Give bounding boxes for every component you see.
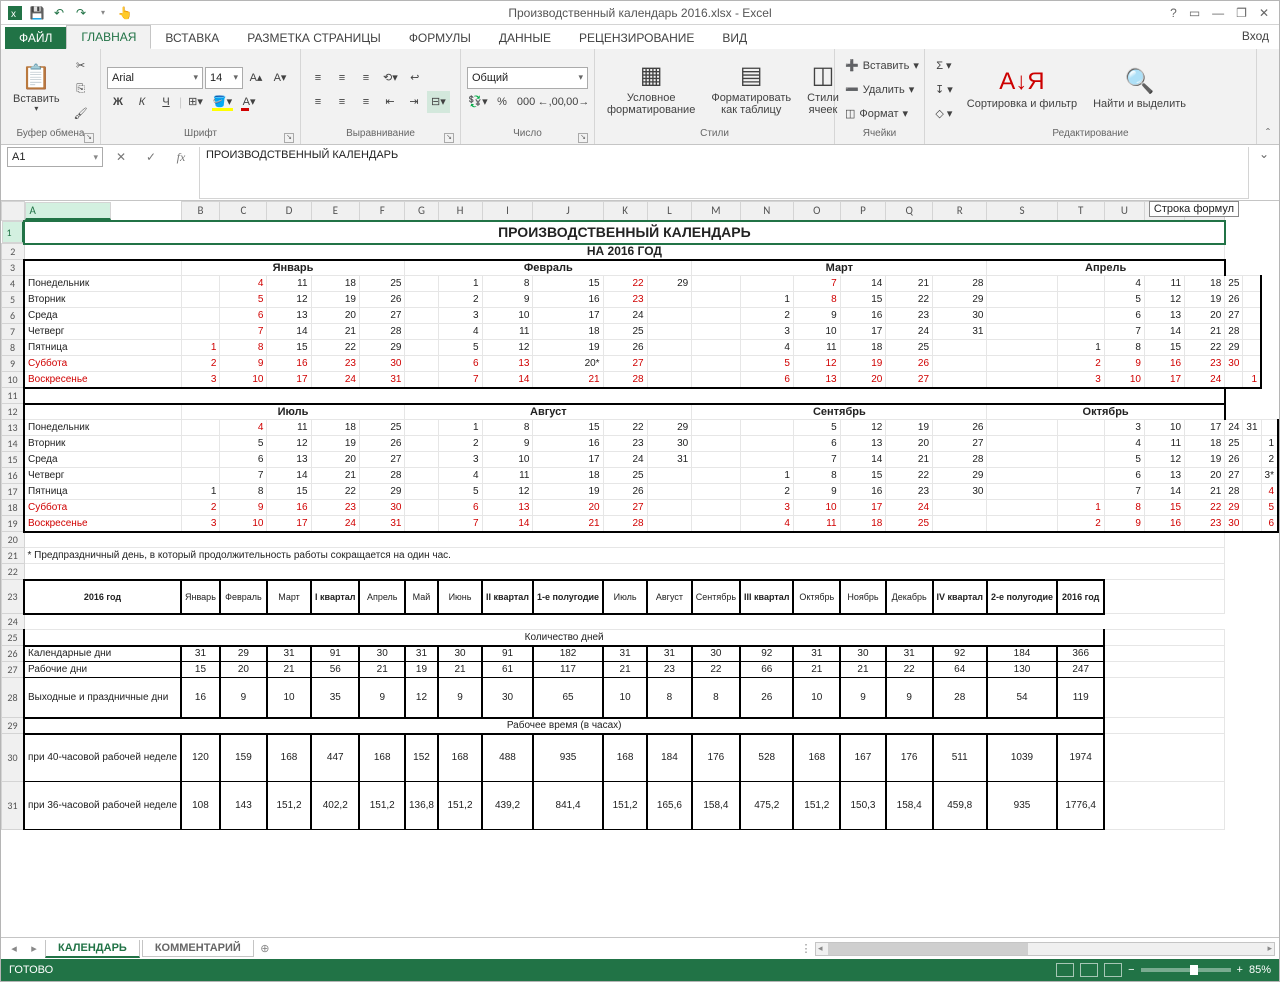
font-name-select[interactable]: Arial▾	[107, 67, 203, 89]
increase-indent-button[interactable]: ⇥	[403, 91, 425, 113]
zoom-out-icon[interactable]: −	[1128, 964, 1134, 976]
tab-home[interactable]: ГЛАВНАЯ	[66, 25, 151, 49]
italic-button[interactable]: К	[131, 91, 153, 113]
sheet-tab-calendar[interactable]: КАЛЕНДАРЬ	[45, 940, 140, 958]
sheet-tab-comment[interactable]: КОММЕНТАРИЙ	[142, 940, 254, 957]
fill-button[interactable]: ↧ ▾	[931, 79, 957, 101]
insert-function-icon[interactable]: fx	[169, 147, 193, 167]
comma-button[interactable]: 000	[515, 91, 537, 113]
align-middle-button[interactable]: ≡	[331, 67, 353, 89]
align-bottom-button[interactable]: ≡	[355, 67, 377, 89]
align-center-button[interactable]: ≡	[331, 91, 353, 113]
paste-icon: 📋	[21, 65, 51, 91]
underline-button[interactable]: Ч	[155, 91, 177, 113]
align-top-button[interactable]: ≡	[307, 67, 329, 89]
horizontal-scrollbar[interactable]: ◂▸	[815, 942, 1275, 956]
formula-bar[interactable]: ПРОИЗВОДСТВЕННЫЙ КАЛЕНДАРЬ	[199, 147, 1249, 199]
orientation-button[interactable]: ⟲▾	[379, 67, 402, 89]
formula-bar-tooltip: Строка формул	[1149, 201, 1239, 217]
name-box[interactable]: A1▾	[7, 147, 103, 167]
tab-scroll-right-icon[interactable]: ▸	[25, 942, 43, 955]
tab-insert[interactable]: ВСТАВКА	[151, 27, 233, 49]
tab-split-icon[interactable]: ⋮	[797, 942, 815, 955]
sign-in-link[interactable]: Вход	[1242, 29, 1269, 43]
format-cells-button[interactable]: ◫ Формат ▾	[841, 103, 925, 125]
find-icon: 🔍	[1125, 69, 1155, 95]
page-break-view-icon[interactable]	[1104, 963, 1122, 977]
number-format-select[interactable]: Общий▾	[467, 67, 588, 89]
accounting-button[interactable]: 💱▾	[467, 91, 489, 113]
number-dialog-icon[interactable]: ↘	[578, 133, 588, 143]
cell-styles-icon: ◫	[812, 63, 835, 89]
decrease-decimal-button[interactable]: ,00→	[565, 91, 589, 113]
tab-scroll-left-icon[interactable]: ◂	[5, 942, 23, 955]
align-right-button[interactable]: ≡	[355, 91, 377, 113]
cancel-formula-icon[interactable]: ✕	[109, 147, 133, 167]
ribbon-tabs: ФАЙЛ ГЛАВНАЯ ВСТАВКА РАЗМЕТКА СТРАНИЦЫ Ф…	[1, 25, 1279, 49]
tab-review[interactable]: РЕЦЕНЗИРОВАНИЕ	[565, 27, 708, 49]
clear-button[interactable]: ◇ ▾	[931, 103, 957, 125]
increase-decimal-button[interactable]: ←,00	[539, 91, 563, 113]
copy-button[interactable]: ⎘	[70, 79, 92, 101]
align-left-button[interactable]: ≡	[307, 91, 329, 113]
worksheet-grid[interactable]: ABCDEFGHIJKLMNOPQRSTUVW1ПРОИЗВОДСТВЕННЫЙ…	[1, 201, 1279, 830]
zoom-slider[interactable]	[1141, 968, 1231, 972]
excel-icon: x	[7, 5, 23, 21]
expand-formula-icon[interactable]: ⌄	[1255, 147, 1273, 161]
table-icon: ▤	[740, 63, 763, 89]
delete-cells-button[interactable]: ➖ Удалить ▾	[841, 79, 925, 101]
redo-icon[interactable]: ↷	[73, 5, 89, 21]
page-layout-view-icon[interactable]	[1080, 963, 1098, 977]
paste-button[interactable]: 📋Вставить▾	[7, 63, 66, 116]
new-sheet-icon[interactable]: ⊕	[256, 942, 274, 955]
merge-center-button[interactable]: ⊟▾	[427, 91, 450, 113]
undo-icon[interactable]: ↶	[51, 5, 67, 21]
tab-view[interactable]: ВИД	[708, 27, 761, 49]
qat-customize-icon[interactable]: ▾	[95, 5, 111, 21]
format-table-button[interactable]: ▤Форматировать как таблицу	[705, 61, 797, 118]
shrink-font-button[interactable]: A▾	[269, 67, 291, 89]
close-icon[interactable]: ✕	[1259, 6, 1269, 20]
sort-filter-button[interactable]: A↓ЯСортировка и фильтр	[961, 67, 1083, 111]
maximize-icon[interactable]: ❐	[1236, 6, 1247, 20]
format-painter-button[interactable]: 🖌	[70, 103, 92, 125]
svg-text:x: x	[11, 9, 16, 20]
touch-mode-icon[interactable]: 👆	[117, 5, 133, 21]
ribbon-options-icon[interactable]: ▭	[1189, 6, 1200, 20]
tab-formulas[interactable]: ФОРМУЛЫ	[395, 27, 485, 49]
find-select-button[interactable]: 🔍Найти и выделить	[1087, 67, 1192, 111]
zoom-in-icon[interactable]: +	[1237, 964, 1243, 976]
cond-format-icon: ▦	[640, 63, 663, 89]
decrease-indent-button[interactable]: ⇤	[379, 91, 401, 113]
enter-formula-icon[interactable]: ✓	[139, 147, 163, 167]
collapse-ribbon-icon[interactable]: ˆ	[1257, 49, 1279, 144]
border-button[interactable]: ⊞▾	[184, 91, 207, 113]
normal-view-icon[interactable]	[1056, 963, 1074, 977]
autosum-button[interactable]: Σ ▾	[931, 55, 957, 77]
bold-button[interactable]: Ж	[107, 91, 129, 113]
insert-cells-button[interactable]: ➕ Вставить ▾	[841, 55, 925, 77]
clipboard-dialog-icon[interactable]: ↘	[84, 133, 94, 143]
tab-layout[interactable]: РАЗМЕТКА СТРАНИЦЫ	[233, 27, 395, 49]
grow-font-button[interactable]: A▴	[245, 67, 267, 89]
percent-button[interactable]: %	[491, 91, 513, 113]
align-dialog-icon[interactable]: ↘	[444, 133, 454, 143]
save-icon[interactable]: 💾	[29, 5, 45, 21]
zoom-level[interactable]: 85%	[1249, 964, 1271, 976]
font-size-select[interactable]: 14▾	[205, 67, 243, 89]
cut-button[interactable]: ✂	[70, 55, 92, 77]
window-title: Производственный календарь 2016.xlsx - E…	[1, 6, 1279, 20]
sort-icon: A↓Я	[999, 69, 1044, 95]
status-ready: ГОТОВО	[9, 964, 53, 976]
wrap-text-button[interactable]: ↩	[404, 67, 426, 89]
tab-data[interactable]: ДАННЫЕ	[485, 27, 565, 49]
help-icon[interactable]: ?	[1170, 6, 1177, 20]
conditional-format-button[interactable]: ▦Условное форматирование	[601, 61, 701, 118]
font-dialog-icon[interactable]: ↘	[284, 133, 294, 143]
font-color-button[interactable]: A▾	[238, 91, 260, 113]
tab-file[interactable]: ФАЙЛ	[5, 27, 66, 49]
fill-color-button[interactable]: 🪣▾	[209, 91, 236, 113]
minimize-icon[interactable]: —	[1212, 6, 1224, 20]
